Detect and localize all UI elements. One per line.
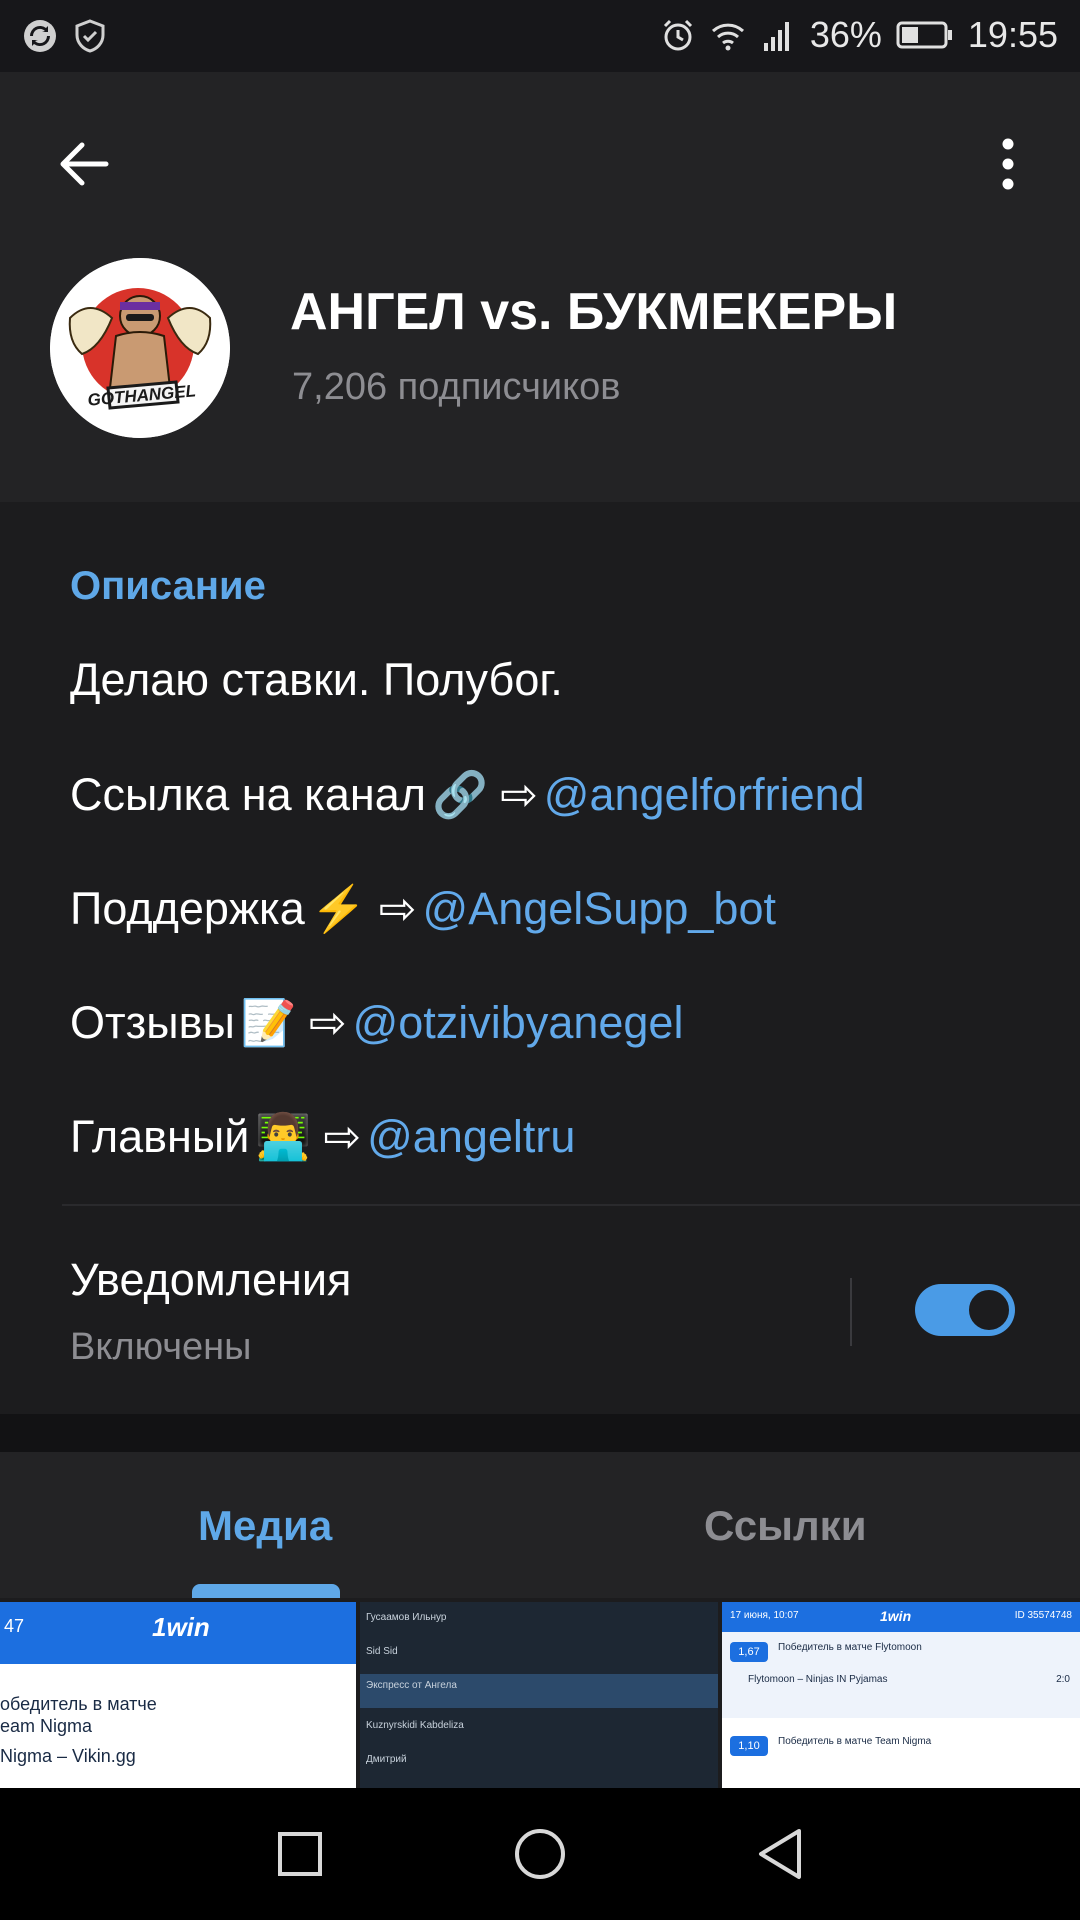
media-thumbnail[interactable]: 17 июня, 10:07 1win ID 35574748 1,67 Поб…: [722, 1602, 1080, 1788]
vertical-divider: [850, 1278, 852, 1346]
signal-icon: [763, 22, 789, 51]
bet-row: [722, 1718, 1080, 1788]
thumb-text: eam Nigma: [0, 1716, 93, 1736]
chat-sender: Kuznyrskidi Kabdeliza: [366, 1720, 464, 1731]
media-grid: 1win 47 обедитель в матче eam Nigma Nigm…: [0, 1598, 1080, 1788]
tab-media[interactable]: Медиа: [198, 1502, 332, 1550]
chat-sender: Экспресс от Ангела: [366, 1680, 457, 1691]
thumb-id: ID 35574748: [1014, 1610, 1072, 1621]
notifications-status: Включены: [70, 1326, 252, 1368]
arrow-icon: ⇨: [378, 883, 417, 934]
description-line-main: Главный 👨‍💻 ⇨ @angeltru: [70, 1110, 575, 1163]
line-label: Ссылка на канал: [70, 768, 427, 820]
thumb-text: 2:0: [1056, 1674, 1070, 1685]
support-bot-link[interactable]: @AngelSupp_bot: [423, 883, 776, 935]
notifications-label[interactable]: Уведомления: [70, 1254, 351, 1306]
square-icon: [278, 1832, 322, 1876]
back-nav-button[interactable]: [750, 1824, 810, 1884]
arrow-left-icon: [60, 142, 109, 186]
thumb-text: Победитель в матче Flytomoon: [778, 1642, 922, 1653]
status-bar: 36% 19:55: [0, 0, 1080, 72]
back-button[interactable]: [48, 128, 120, 200]
shared-content-tabs: Медиа Ссылки: [0, 1452, 1080, 1598]
channel-name: АНГЕЛ vs. БУКМЕКЕРЫ: [290, 283, 898, 341]
line-label: Отзывы: [70, 996, 235, 1048]
system-navigation-bar: [0, 1788, 1080, 1920]
description-line-reviews: Отзывы 📝 ⇨ @otzivibyanegel: [70, 996, 683, 1049]
description-heading: Описание: [70, 564, 266, 608]
line-label: Главный: [70, 1110, 250, 1162]
thumb-text: Победитель в матче Team Nigma: [778, 1736, 932, 1747]
battery-percent: 36%: [809, 14, 882, 55]
alarm-icon: [663, 19, 692, 51]
channel-info-card: Описание Делаю ставки. Полубог. Ссылка н…: [0, 502, 1080, 1414]
thumb-date: 17 июня, 10:07: [730, 1610, 799, 1621]
more-options-button[interactable]: [972, 128, 1044, 200]
channel-link[interactable]: @angelforfriend: [544, 769, 865, 821]
arrow-icon: ⇨: [308, 997, 347, 1048]
recents-button[interactable]: [270, 1824, 330, 1884]
circle-icon: [515, 1829, 565, 1879]
chat-sender: Sid Sid: [366, 1646, 398, 1657]
brand-logo: 1win: [880, 1608, 912, 1624]
active-tab-indicator: [192, 1584, 340, 1598]
thumb-text: Flytomoon – Ninjas IN Pyjamas: [748, 1674, 888, 1685]
wifi-icon: [711, 23, 744, 51]
subscriber-count: 7,206 подписчиков: [292, 366, 621, 408]
chat-sender: Гусаамов Ильнур: [366, 1612, 447, 1623]
more-vertical-icon: [1002, 138, 1014, 190]
notifications-toggle[interactable]: [915, 1284, 1015, 1336]
description-line-channel: Ссылка на канал 🔗 ⇨ @angelforfriend: [70, 768, 865, 821]
chat-sender: Дмитрий: [366, 1754, 407, 1765]
triangle-back-icon: [759, 1829, 801, 1879]
line-label: Поддержка: [70, 882, 305, 934]
divider: [62, 1204, 1080, 1206]
clock: 19:55: [967, 14, 1058, 55]
avatar-logo-image: GOTHANGEL: [50, 258, 230, 438]
channel-avatar[interactable]: GOTHANGEL: [50, 258, 230, 438]
sync-icon: [24, 20, 56, 52]
brand-logo: 1win: [152, 1612, 210, 1642]
thumb-text: обедитель в матче: [0, 1694, 157, 1714]
channel-header: GOTHANGEL АНГЕЛ vs. БУКМЕКЕРЫ 7,206 подп…: [0, 72, 1080, 502]
section-separator: [0, 1414, 1080, 1452]
reviews-link[interactable]: @otzivibyanegel: [353, 997, 684, 1049]
description-line-support: Поддержка ⚡ ⇨ @AngelSupp_bot: [70, 882, 776, 935]
technologist-emoji-icon: 👨‍💻: [255, 1111, 312, 1162]
link-emoji-icon: 🔗: [432, 769, 489, 820]
tab-links[interactable]: Ссылки: [704, 1502, 867, 1550]
battery-icon: [896, 21, 952, 49]
shield-check-icon: [75, 19, 105, 53]
thumb-text: Nigma – Vikin.gg: [0, 1746, 136, 1766]
media-thumbnail[interactable]: Гусаамов Ильнур Sid Sid Экспресс от Анге…: [360, 1602, 718, 1788]
arrow-icon: ⇨: [323, 1111, 362, 1162]
odds-badge: 1,10: [730, 1736, 768, 1756]
thumb-text: 47: [4, 1616, 25, 1636]
odds-badge: 1,67: [730, 1642, 768, 1662]
lightning-emoji-icon: ⚡: [310, 883, 367, 934]
arrow-icon: ⇨: [500, 769, 538, 820]
main-account-link[interactable]: @angeltru: [367, 1111, 575, 1163]
toggle-knob: [965, 1286, 1013, 1334]
media-thumbnail[interactable]: 1win 47 обедитель в матче eam Nigma Nigm…: [0, 1602, 356, 1788]
home-button[interactable]: [510, 1824, 570, 1884]
description-tagline: Делаю ставки. Полубог.: [70, 654, 563, 705]
memo-emoji-icon: 📝: [240, 997, 297, 1048]
